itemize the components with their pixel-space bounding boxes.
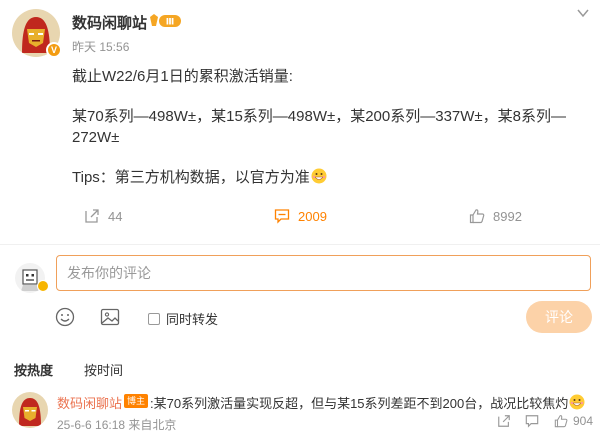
author-name[interactable]: 数码闲聊站 — [72, 12, 147, 33]
like-icon — [469, 209, 485, 224]
section-divider — [0, 244, 600, 245]
chevron-down-icon[interactable] — [576, 6, 590, 20]
post-content: 截止W22/6月1日的累积激活销量: 某70系列—498W±，某15系列—498… — [72, 66, 577, 207]
repost-toggle[interactable]: 同时转发 — [148, 309, 218, 328]
post-line-1: 截止W22/6月1日的累积激活销量: — [72, 68, 293, 85]
grin-emoji-icon — [311, 168, 327, 184]
comment-like-button[interactable]: 904 — [554, 414, 593, 428]
comment-author-name[interactable]: 数码闲聊站 — [57, 393, 122, 412]
comment-button[interactable]: 2009 — [274, 206, 327, 226]
user-status-icon — [37, 280, 49, 292]
like-icon — [554, 415, 568, 428]
grin-emoji-icon — [569, 394, 585, 410]
comment-forward-button[interactable] — [497, 414, 511, 428]
like-count: 8992 — [493, 208, 522, 224]
comment-icon — [274, 209, 290, 224]
comment-count: 2009 — [298, 208, 327, 224]
forward-button[interactable]: 44 — [84, 206, 122, 226]
image-icon[interactable] — [100, 307, 120, 327]
post-line-2: 某70系列—498W±，某15系列—498W±，某200系列—337W±，某8系… — [72, 108, 566, 146]
comment-like-count: 904 — [573, 414, 594, 428]
forward-icon — [498, 415, 510, 427]
author-tag-badge: 博主 — [124, 394, 149, 408]
comment-icon — [525, 415, 539, 428]
repost-checkbox[interactable] — [148, 312, 160, 325]
emoji-icon[interactable] — [55, 307, 75, 327]
vip-badge-icon: Ⅲ — [150, 14, 181, 28]
comment-text-body: :某70系列激活量实现反超，但与某15系列差距不到200台，战况比较焦灼 — [150, 396, 569, 411]
post-time: 昨天 15:56 — [72, 40, 130, 54]
comment-reply-button[interactable] — [525, 414, 539, 428]
sort-by-hot-tab[interactable]: 按热度 — [14, 360, 53, 379]
like-button[interactable]: 8992 — [469, 206, 522, 226]
forward-count: 44 — [108, 208, 123, 224]
comment-author-avatar[interactable] — [12, 392, 48, 428]
verified-badge: V — [46, 42, 62, 58]
sort-by-time-tab[interactable]: 按时间 — [84, 360, 123, 379]
submit-comment-button[interactable]: 评论 — [526, 301, 592, 333]
post-line-3-text: Tips：第三方机构数据，以官方为准 — [72, 169, 310, 186]
forward-icon — [85, 209, 99, 223]
comment-text: :某70系列激活量实现反超，但与某15系列差距不到200台，战况比较焦灼 — [150, 393, 585, 412]
post-line-3: Tips：第三方机构数据，以官方为准 — [72, 167, 577, 188]
repost-label: 同时转发 — [166, 312, 219, 327]
comment-meta: 25-6-6 16:18 来自北京 — [57, 418, 177, 432]
vip-level-text: Ⅲ — [166, 18, 175, 28]
comment-input[interactable]: 发布你的评论 — [56, 255, 591, 291]
